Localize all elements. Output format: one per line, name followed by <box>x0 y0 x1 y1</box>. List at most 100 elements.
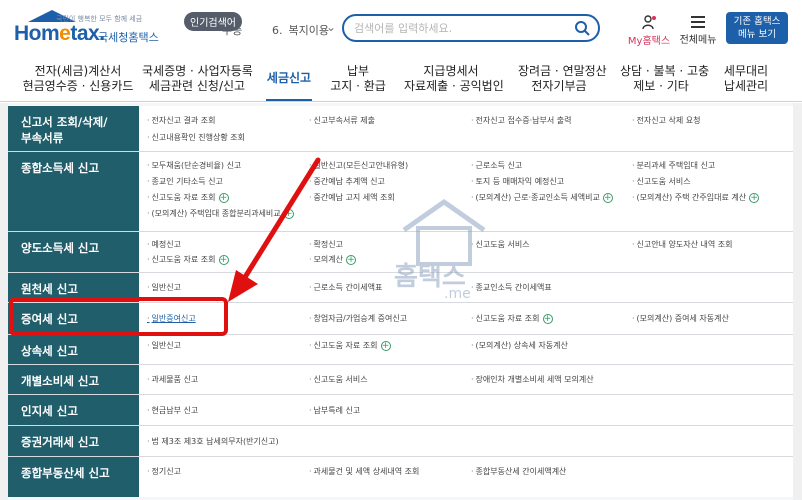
gnb-statement[interactable]: 지급명세서 자료제출 · 공익법인 <box>404 64 504 100</box>
menu-link[interactable]: · 신고도움 서비스 <box>309 374 368 385</box>
plus-icon[interactable]: + <box>346 254 356 265</box>
row-body: · 일반신고 · 신고도움 자료 조회 + · (모의계산) 상속세 자동계산 <box>139 335 793 364</box>
menu-link[interactable]: · 과세물품 신고 <box>147 374 198 385</box>
menu-link[interactable]: · 전자신고 결과 조회 <box>147 115 216 126</box>
menu-link[interactable]: · 정기신고 <box>147 466 181 477</box>
menu-link[interactable]: · 법 제3조 제3호 납세의무자(반기신고) <box>147 436 279 447</box>
menu-row-securities-tax: 증권거래세 신고 · 법 제3조 제3호 납세의무자(반기신고) <box>8 426 793 457</box>
legacy-menu-button[interactable]: 기존 홈택스 메뉴 보기 <box>726 12 788 44</box>
plus-icon[interactable]: + <box>749 192 760 203</box>
menu-link[interactable]: · 전자신고 접수증·납부서 출력 <box>471 115 572 126</box>
row-heading: 개별소비세 신고 <box>8 365 139 394</box>
menu-row-return-inquiry: 신고서 조회/삭제/부속서류 · 전자신고 결과 조회 · 신고부속서류 제출 · 전… <box>8 106 793 152</box>
gnb-consult[interactable]: 상담 · 불복 · 고충 제보 · 기타 <box>620 64 709 100</box>
menu-link[interactable]: · 일반신고(모든신고안내유형) <box>309 160 408 171</box>
menu-link[interactable]: · 중간예납 추계액 신고 <box>309 176 385 187</box>
menu-link[interactable]: · (모의계산) 증여세 자동계산 <box>632 313 729 324</box>
search-input[interactable] <box>354 19 564 37</box>
menu-link[interactable]: · 과세물건 및 세액 상세내역 조회 <box>309 466 419 477</box>
menu-link[interactable]: · (모의계산) 주택 간주임대료 계산 + <box>632 192 760 203</box>
active-tab-indicator <box>266 99 312 101</box>
menu-link[interactable]: · 신고도움 자료 조회 + <box>147 192 229 203</box>
menu-link[interactable]: · 전자신고 삭제 요청 <box>632 115 701 126</box>
watermark-sub: .me <box>444 286 471 302</box>
menu-link[interactable]: · 토지 등 매매차익 예정신고 <box>471 176 564 187</box>
menu-link[interactable]: · 확정신고 <box>309 239 343 250</box>
hamburger-icon <box>691 16 705 28</box>
row-heading: 증권거래세 신고 <box>8 426 139 456</box>
menu-link[interactable]: · 근로소득 신고 <box>471 160 522 171</box>
row-body: · 정기신고 · 과세물건 및 세액 상세내역 조회 · 종합부동산세 간이세액계산 <box>139 457 793 497</box>
row-heading: 인지세 신고 <box>8 395 139 425</box>
menu-link[interactable]: · 현금납부 신고 <box>147 405 198 416</box>
my-hometax-label: My홈택스 <box>627 36 671 47</box>
gnb-payment[interactable]: 납부 고지 · 환급 <box>330 64 386 100</box>
menu-link[interactable]: · 신고부속서류 제출 <box>309 115 375 126</box>
menu-link[interactable]: · 납부특례 신고 <box>309 405 360 416</box>
search-box[interactable] <box>342 14 600 42</box>
panel-left-edge <box>0 103 8 500</box>
top-header: 국민이 행복한 모두 함께 세금 Hometax. 국세청홈택스 수증 인기검색… <box>0 0 802 58</box>
gnb-e-invoice[interactable]: 전자(세금)계산서 현금영수증 · 신용카드 <box>22 64 134 100</box>
gnb-tax-agent[interactable]: 세무대리 납세관리 <box>720 64 772 100</box>
menu-link[interactable]: · 모두채움(단순경비율) 신고 <box>147 160 241 171</box>
row-heading: 상속세 신고 <box>8 335 139 364</box>
menu-link[interactable]: · (모의계산) 상속세 자동계산 <box>471 340 568 351</box>
menu-link[interactable]: · 중간예납 고지 세액 조회 <box>309 192 395 203</box>
all-menu-label: 전체메뉴 <box>679 35 717 46</box>
menu-row-inheritance-tax: 상속세 신고 · 일반신고 · 신고도움 자료 조회 + · (모의계산) 상속세 자동… <box>8 335 793 365</box>
menu-link[interactable]: · 모의계산 + <box>309 254 356 265</box>
menu-link[interactable]: · (모의계산) 주택임대 종합분리과세비교 + <box>147 208 294 219</box>
menu-link[interactable]: · 일반신고 <box>147 282 181 293</box>
main-navigation: 전자(세금)계산서 현금영수증 · 신용카드 국세증명 · 사업자등록 세금관련 신… <box>0 58 802 102</box>
menu-link[interactable]: · 종교인 기타소득 신고 <box>147 176 223 187</box>
plus-icon[interactable]: + <box>542 313 553 324</box>
menu-row-comprehensive-property-tax: 종합부동산세 신고 · 정기신고 · 과세물건 및 세액 상세내역 조회 · 종합부동… <box>8 457 793 497</box>
hometax-logo[interactable]: 국민이 행복한 모두 함께 세금 Hometax. 국세청홈택스 <box>12 10 159 50</box>
highlight-box <box>9 297 228 336</box>
plus-icon[interactable]: + <box>218 254 229 265</box>
menu-row-stamp-tax: 인지세 신고 · 현금납부 신고 · 납부특례 신고 <box>8 395 793 426</box>
menu-link[interactable]: · 근로소득 간이세액표 <box>309 282 382 293</box>
menu-link[interactable]: · 신고안내 양도자산 내역 조회 <box>632 239 733 250</box>
menu-link[interactable]: · 분리과세 주택임대 신고 <box>632 160 715 171</box>
menu-link[interactable]: · 신고도움 자료 조회 + <box>309 340 391 351</box>
row-heading: 종합부동산세 신고 <box>8 457 139 497</box>
menu-link[interactable]: · 신고도움 서비스 <box>632 176 691 187</box>
row-body: · 법 제3조 제3호 납세의무자(반기신고) <box>139 426 793 456</box>
row-heading: 종합소득세 신고 <box>8 152 139 231</box>
popular-keywords-tag: 인기검색어 <box>184 12 242 31</box>
gnb-incentive[interactable]: 장려금 · 연말정산 전자기부금 <box>518 64 607 100</box>
all-menu-button[interactable]: 전체메뉴 <box>678 14 718 46</box>
chevron-down-icon[interactable]: ⌄ <box>326 20 336 34</box>
menu-link[interactable]: · 예정신고 <box>147 239 181 250</box>
row-body: · 전자신고 결과 조회 · 신고부속서류 제출 · 전자신고 접수증·납부서 출력 … <box>139 106 793 151</box>
plus-icon[interactable]: + <box>218 192 229 203</box>
panel-right-edge <box>793 103 802 500</box>
search-icon[interactable] <box>574 20 590 36</box>
row-heading: 양도소득세 신고 <box>8 232 139 272</box>
plus-icon[interactable]: + <box>602 192 613 203</box>
row-heading: 신고서 조회/삭제/부속서류 <box>8 106 139 151</box>
row-body: · 현금납부 신고 · 납부특례 신고 <box>139 395 793 425</box>
gnb-tax-filing[interactable]: 세금신고 <box>266 64 312 101</box>
menu-link[interactable]: · 장애인차 개별소비세 세액 모의계산 <box>471 374 594 385</box>
my-hometax-button[interactable]: My홈택스 <box>626 14 672 47</box>
row-body: · 과세물품 신고 · 신고도움 서비스 · 장애인차 개별소비세 세액 모의계산 <box>139 365 793 394</box>
plus-icon[interactable]: + <box>283 208 294 219</box>
site-watermark: 홈택스 .me <box>384 190 504 320</box>
menu-row-excise-tax: 개별소비세 신고 · 과세물품 신고 · 신고도움 서비스 · 장애인차 개별소비세 … <box>8 365 793 395</box>
legacy-menu-line1: 기존 홈택스 <box>733 16 781 27</box>
logo-subtitle: 국세청홈택스 <box>98 31 159 44</box>
menu-link[interactable]: · 신고도움 자료 조회 + <box>147 254 229 265</box>
gnb-certificate[interactable]: 국세증명 · 사업자등록 세금관련 신청/신고 <box>142 64 253 100</box>
popular-current-keyword[interactable]: 6. 복지이용 <box>272 22 329 38</box>
legacy-menu-line2: 메뉴 보기 <box>738 29 776 40</box>
popular-keywords[interactable]: 수증 인기검색어 6.복지이용 ⌄ <box>176 12 340 42</box>
menu-link[interactable]: · 신고내용확인 진행상황 조회 <box>147 132 245 143</box>
menu-link[interactable]: · 일반신고 <box>147 340 181 351</box>
person-icon <box>642 15 656 30</box>
logo-brand: Hometax. <box>14 22 105 45</box>
plus-icon[interactable]: + <box>380 340 391 351</box>
menu-link[interactable]: · 종합부동산세 간이세액계산 <box>471 466 566 477</box>
